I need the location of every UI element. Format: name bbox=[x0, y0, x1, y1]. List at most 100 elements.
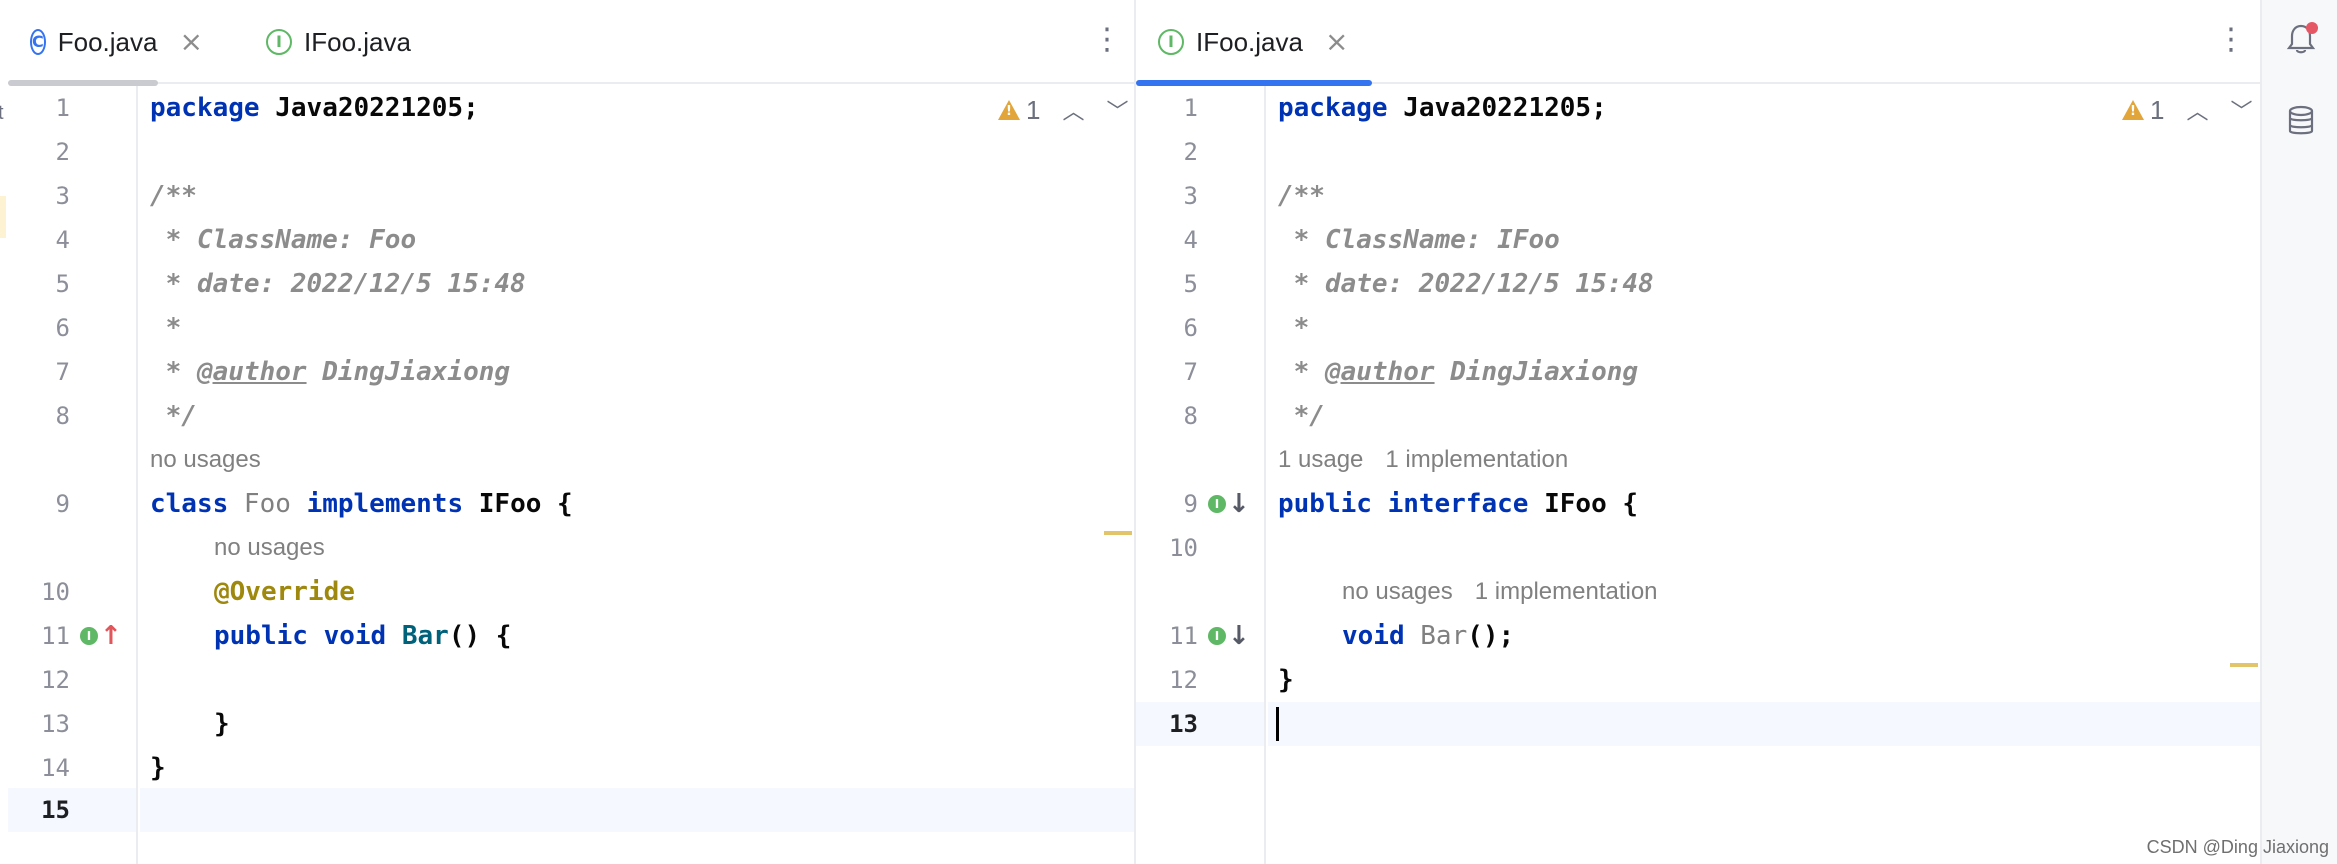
current-line-highlight bbox=[140, 788, 1134, 832]
class-icon: C bbox=[30, 29, 46, 55]
current-line-highlight bbox=[1268, 702, 2260, 746]
code-line: /** bbox=[150, 181, 197, 211]
interface-icon: I bbox=[1158, 29, 1184, 55]
line-number-current: 13 bbox=[1169, 710, 1198, 738]
code-line: * date: 2022/12/5 15:48 bbox=[150, 269, 526, 299]
line-number: 2 bbox=[55, 138, 70, 166]
implementation-icon: I bbox=[80, 627, 98, 645]
usages-hint[interactable]: no usages 1 implementation bbox=[1342, 570, 1680, 614]
arrow-up-icon: ↑ bbox=[100, 621, 122, 651]
more-options-icon[interactable]: ⋮ bbox=[2216, 20, 2246, 60]
code-area-left[interactable]: package Java20221205; /** * ClassName: F… bbox=[140, 86, 1134, 864]
implements-method-gutter-icon[interactable]: I ↑ bbox=[80, 614, 122, 658]
line-number: 1 bbox=[1183, 94, 1198, 122]
line-number-current: 15 bbox=[41, 796, 70, 824]
chevron-up-icon[interactable]: ︿ bbox=[2186, 94, 2208, 126]
editor-pane-left: C Foo.java × I IFoo.java ⋮ 1 2 3 4 5 6 7… bbox=[8, 0, 1134, 864]
right-tool-strip bbox=[2260, 0, 2337, 864]
line-number: 2 bbox=[1183, 138, 1198, 166]
tab-label: IFoo.java bbox=[1196, 26, 1303, 57]
code-line: */ bbox=[150, 401, 197, 431]
line-number: 5 bbox=[55, 270, 70, 298]
usages-hint[interactable]: no usages bbox=[214, 526, 347, 570]
usages-hint[interactable]: 1 usage 1 implementation bbox=[1278, 438, 1590, 482]
implemented-interface-gutter-icon[interactable]: I ↓ bbox=[1208, 482, 1250, 526]
usages-hint[interactable]: no usages bbox=[150, 438, 283, 482]
tab-bar-left: C Foo.java × I IFoo.java ⋮ bbox=[8, 0, 1134, 86]
implemented-method-gutter-icon[interactable]: I ↓ bbox=[1208, 614, 1250, 658]
bell-icon[interactable] bbox=[2284, 22, 2318, 56]
line-number: 3 bbox=[1183, 182, 1198, 210]
code-line: public interface IFoo { bbox=[1278, 489, 1639, 519]
inspection-widget[interactable]: ! 1 ︿ ﹀ bbox=[998, 92, 1129, 128]
chevron-down-icon[interactable]: ﹀ bbox=[1106, 94, 1128, 126]
close-icon[interactable]: × bbox=[1325, 28, 1348, 56]
gutter-left: 1 2 3 4 5 6 7 8 9 10 11 12 13 14 15 I ↑ bbox=[8, 86, 138, 864]
arrow-down-icon: ↓ bbox=[1228, 489, 1250, 519]
line-number: 13 bbox=[41, 710, 70, 738]
tab-bar-right: I IFoo.java × ⋮ bbox=[1136, 0, 2260, 86]
line-number: 4 bbox=[55, 226, 70, 254]
line-number: 11 bbox=[1169, 622, 1198, 650]
warning-count: 1 bbox=[1026, 94, 1041, 125]
code-line: * ClassName: Foo bbox=[150, 225, 417, 255]
tab-label: Foo.java bbox=[57, 26, 158, 57]
line-number: 11 bbox=[41, 622, 70, 650]
left-edge-highlight bbox=[0, 196, 6, 238]
warning-count: 1 bbox=[2150, 94, 2165, 125]
line-number: 7 bbox=[55, 358, 70, 386]
line-number: 7 bbox=[1183, 358, 1198, 386]
code-line: public void Bar() { bbox=[214, 621, 512, 651]
line-number: 1 bbox=[55, 94, 70, 122]
tab-ifoo-java-active[interactable]: I IFoo.java × bbox=[1136, 0, 1372, 86]
tab-ifoo-java[interactable]: I IFoo.java bbox=[244, 0, 424, 84]
line-number: 9 bbox=[55, 490, 70, 518]
warning-icon: ! bbox=[998, 100, 1020, 120]
line-number: 14 bbox=[41, 754, 70, 782]
line-number: 3 bbox=[55, 182, 70, 210]
code-line: } bbox=[150, 753, 166, 783]
code-line: } bbox=[214, 709, 230, 739]
line-number: 5 bbox=[1183, 270, 1198, 298]
chevron-down-icon[interactable]: ﹀ bbox=[2230, 94, 2252, 126]
database-icon[interactable] bbox=[2284, 104, 2318, 138]
code-line: */ bbox=[1278, 401, 1325, 431]
line-number: 6 bbox=[55, 314, 70, 342]
close-icon[interactable]: × bbox=[179, 28, 202, 56]
code-line: @Override bbox=[214, 577, 355, 607]
scrollbar-warning-marker[interactable] bbox=[1104, 531, 1132, 535]
left-edge-stub: t bbox=[0, 0, 8, 864]
line-number: 9 bbox=[1183, 490, 1198, 518]
code-line: * bbox=[1278, 313, 1310, 343]
line-number: 4 bbox=[1183, 226, 1198, 254]
editor-pane-right: I IFoo.java × ⋮ 1 2 3 4 5 6 7 8 9 10 11 … bbox=[1136, 0, 2260, 864]
code-line: * bbox=[150, 313, 182, 343]
implementation-icon: I bbox=[1208, 627, 1226, 645]
code-line: * date: 2022/12/5 15:48 bbox=[1278, 269, 1654, 299]
chevron-up-icon[interactable]: ︿ bbox=[1062, 94, 1084, 126]
interface-icon: I bbox=[266, 29, 292, 55]
left-edge-text: t bbox=[0, 102, 4, 124]
arrow-down-icon: ↓ bbox=[1228, 621, 1250, 651]
code-line: package Java20221205; bbox=[150, 93, 479, 123]
code-area-right[interactable]: package Java20221205; /** * ClassName: I… bbox=[1268, 86, 2260, 864]
line-number: 12 bbox=[1169, 666, 1198, 694]
text-caret bbox=[1276, 707, 1279, 741]
gutter-right: 1 2 3 4 5 6 7 8 9 10 11 12 13 I ↓ I ↓ bbox=[1136, 86, 1266, 864]
code-line: class Foo implements IFoo { bbox=[150, 489, 573, 519]
line-number: 10 bbox=[1169, 534, 1198, 562]
notification-badge bbox=[2306, 22, 2318, 34]
code-line: * @author DingJiaxiong bbox=[150, 357, 511, 387]
scrollbar-warning-marker[interactable] bbox=[2230, 663, 2258, 667]
tab-foo-java[interactable]: C Foo.java × bbox=[8, 0, 203, 86]
code-line: } bbox=[1278, 665, 1294, 695]
more-options-icon[interactable]: ⋮ bbox=[1092, 20, 1122, 60]
code-line: * ClassName: IFoo bbox=[1278, 225, 1560, 255]
warning-icon: ! bbox=[2122, 100, 2144, 120]
line-number: 8 bbox=[55, 402, 70, 430]
line-number: 8 bbox=[1183, 402, 1198, 430]
code-line: void Bar(); bbox=[1342, 621, 1515, 651]
code-line: * @author DingJiaxiong bbox=[1278, 357, 1639, 387]
inspection-widget[interactable]: ! 1 ︿ ﹀ bbox=[2122, 92, 2253, 128]
watermark: CSDN @Ding Jiaxiong bbox=[2146, 837, 2329, 857]
